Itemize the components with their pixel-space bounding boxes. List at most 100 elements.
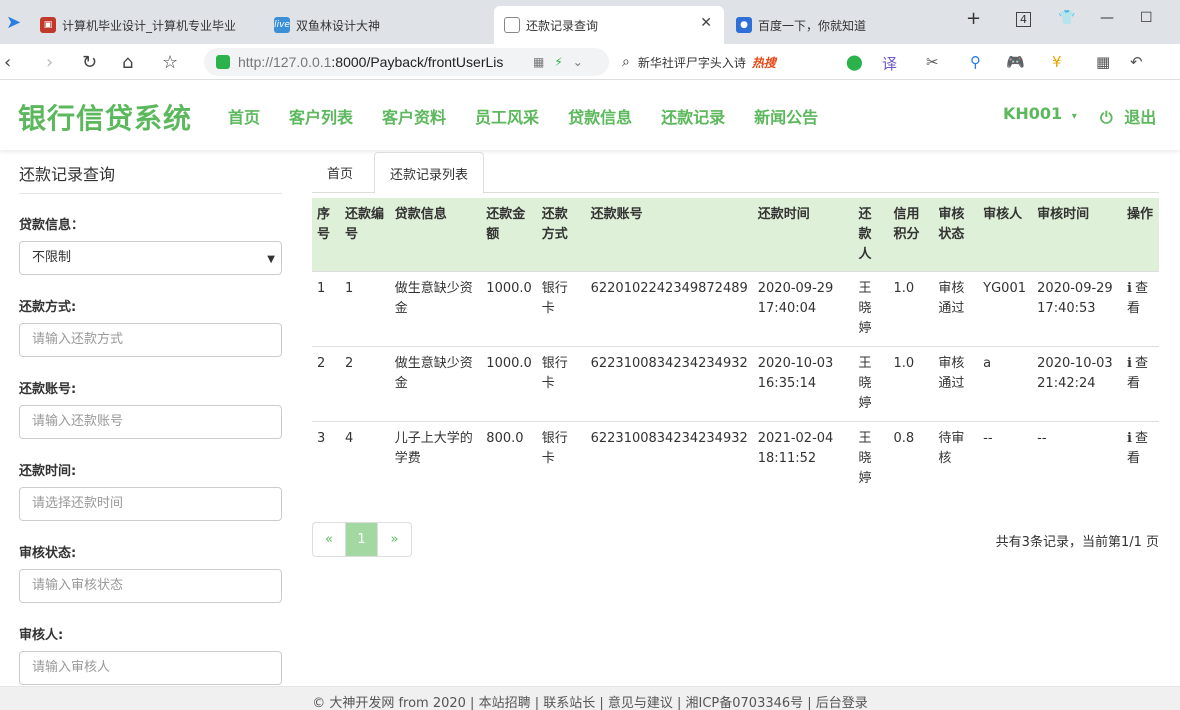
view-link[interactable]: i 查看 xyxy=(1122,271,1159,347)
crumb-current[interactable]: 还款记录列表 xyxy=(374,152,485,194)
crumb-home[interactable]: 首页 xyxy=(312,152,368,193)
main-nav: 首页 客户列表 客户资料 员工风采 贷款信息 还款记录 新闻公告 xyxy=(228,104,847,128)
time-label: 还款时间: xyxy=(19,464,77,479)
maximize-icon[interactable]: ☐ xyxy=(1140,10,1153,26)
close-tab-icon[interactable]: ✕ xyxy=(700,15,712,31)
pagination: « 1 » xyxy=(312,522,412,557)
browser-tab-bar: ➤ ▣ 计算机毕业设计_计算机专业毕业 live 双鱼林设计大神 还款记录查询 … xyxy=(0,0,1180,44)
view-link[interactable]: i 查看 xyxy=(1122,421,1159,496)
browser-tab-2[interactable]: live 双鱼林设计大神 xyxy=(264,6,494,44)
site-header: 银行信贷系统 首页 客户列表 客户资料 员工风采 贷款信息 还款记录 新闻公告 … xyxy=(0,80,1180,150)
caret-down-icon: ▾ xyxy=(1071,111,1077,122)
nav-home[interactable]: 首页 xyxy=(228,104,260,128)
cell-repay-no: 2 xyxy=(339,346,390,422)
cell-index: 2 xyxy=(312,346,340,422)
nav-customer-info[interactable]: 客户资料 xyxy=(382,104,446,128)
cell-payer: 王晓婷 xyxy=(853,346,889,422)
method-input[interactable]: 请输入还款方式 xyxy=(19,323,282,357)
translate-icon[interactable]: 译 xyxy=(882,53,897,74)
col-repay-no: 还款编号 xyxy=(339,198,390,272)
reload-icon[interactable]: ↻ xyxy=(82,52,97,73)
col-status: 审核状态 xyxy=(933,198,979,272)
shirt-icon[interactable]: 👕 xyxy=(1058,10,1075,26)
cell-status: 审核通过 xyxy=(933,271,979,347)
col-amount: 还款金额 xyxy=(481,198,537,272)
cell-status: 审核通过 xyxy=(933,346,979,422)
account-input[interactable]: 请输入还款账号 xyxy=(19,405,282,439)
cell-auditor: -- xyxy=(978,421,1033,496)
grid-icon[interactable]: ▦ xyxy=(1096,53,1110,71)
qr-icon[interactable]: ▦ xyxy=(533,55,544,69)
cell-method: 银行卡 xyxy=(536,346,586,422)
power-icon: ⏻ xyxy=(1100,108,1113,127)
nav-repayment[interactable]: 还款记录 xyxy=(661,104,725,128)
sidebar-title: 还款记录查询 xyxy=(19,152,282,194)
browser-tab-4[interactable]: ● 百度一下，你就知道 xyxy=(726,6,956,44)
nav-staff[interactable]: 员工风采 xyxy=(475,104,539,128)
browser-logo-icon[interactable]: ➤ xyxy=(6,12,21,33)
col-method: 还款方式 xyxy=(536,198,586,272)
cell-score: 0.8 xyxy=(888,421,934,496)
col-loan: 贷款信息 xyxy=(389,198,482,272)
prev-page-button[interactable]: « xyxy=(313,523,346,556)
home-icon[interactable]: ⌂ xyxy=(122,52,133,73)
next-page-button[interactable]: » xyxy=(378,523,411,556)
auditor-input[interactable]: 请输入审核人 xyxy=(19,651,282,685)
new-tab-icon[interactable]: + xyxy=(966,8,981,29)
user-menu[interactable]: KH001 ▾ xyxy=(1003,104,1077,123)
logout-button[interactable]: ⏻ 退出 xyxy=(1100,104,1156,128)
star-icon[interactable]: ☆ xyxy=(162,52,178,73)
loan-select[interactable]: 不限制 ▼ xyxy=(19,241,282,275)
cell-repay-no: 4 xyxy=(339,421,390,496)
forward-icon[interactable]: › xyxy=(46,52,53,73)
scissors-icon[interactable]: ✂ xyxy=(926,53,939,71)
browser-tab-active[interactable]: 还款记录查询 ✕ xyxy=(494,6,724,44)
loan-select-value: 不限制 xyxy=(32,250,72,265)
cell-amount: 1000.0 xyxy=(481,271,537,347)
dropdown-icon[interactable]: ⌄ xyxy=(573,55,583,69)
status-label: 审核状态: xyxy=(19,546,77,561)
cell-loan: 儿子上大学的学费 xyxy=(389,421,482,496)
cell-payer: 王晓婷 xyxy=(853,421,889,496)
live-icon: live xyxy=(274,17,290,33)
baidu-paw-icon: ● xyxy=(736,17,752,33)
info-icon: i xyxy=(1127,356,1132,371)
brand-title[interactable]: 银行信贷系统 xyxy=(18,97,192,137)
nav-news[interactable]: 新闻公告 xyxy=(754,104,818,128)
table-row: 1 1 做生意缺少资金 1000.0 银行卡 62201022423498724… xyxy=(312,271,1159,347)
extension-green-icon[interactable]: ⬤ xyxy=(846,53,863,71)
magnifier-icon[interactable]: ⚲ xyxy=(970,53,981,71)
cell-account: 6220102242349872489 xyxy=(585,271,753,347)
coin-icon[interactable]: ¥ xyxy=(1052,53,1062,71)
browser-tab-1[interactable]: ▣ 计算机毕业设计_计算机专业毕业 xyxy=(30,6,262,44)
table-row: 3 4 儿子上大学的学费 800.0 银行卡 62231008342342349… xyxy=(312,421,1159,496)
search-sidebar: 还款记录查询 贷款信息： 不限制 ▼ 还款方式: 请输入还款方式 还款账号: 请… xyxy=(19,152,282,710)
auditor-label: 审核人: xyxy=(19,628,64,643)
cell-score: 1.0 xyxy=(888,271,934,347)
page-1-button[interactable]: 1 xyxy=(346,523,378,556)
back-icon[interactable]: ‹ xyxy=(4,52,11,73)
status-input[interactable]: 请输入审核状态 xyxy=(19,569,282,603)
cell-audit-time: -- xyxy=(1032,421,1122,496)
url-field[interactable]: http://127.0.0.1:8000/Payback/frontUserL… xyxy=(204,48,609,76)
view-link[interactable]: i 查看 xyxy=(1122,346,1159,422)
cell-status: 待审核 xyxy=(933,421,979,496)
game-icon[interactable]: 🎮 xyxy=(1006,53,1025,71)
undo-icon[interactable]: ↶ xyxy=(1130,53,1143,71)
lightning-icon[interactable]: ⚡ xyxy=(554,55,562,69)
method-label: 还款方式: xyxy=(19,300,77,315)
col-action: 操作 xyxy=(1122,198,1159,272)
cell-method: 银行卡 xyxy=(536,271,586,347)
tab-count-icon[interactable]: 4 xyxy=(1016,12,1031,27)
username: KH001 xyxy=(1003,104,1063,123)
time-input[interactable]: 请选择还款时间 xyxy=(19,487,282,521)
nav-customer-list[interactable]: 客户列表 xyxy=(289,104,353,128)
minimize-icon[interactable]: — xyxy=(1100,10,1114,26)
cell-audit-time: 2020-09-29 17:40:53 xyxy=(1032,271,1122,347)
cell-amount: 1000.0 xyxy=(481,346,537,422)
nav-loan-info[interactable]: 贷款信息 xyxy=(568,104,632,128)
cell-index: 3 xyxy=(312,421,340,496)
search-icon: ⌕ xyxy=(622,54,630,70)
cell-auditor: a xyxy=(978,346,1033,422)
search-box[interactable]: ⌕ 新华社评尸字头入诗 热搜 xyxy=(622,48,832,76)
